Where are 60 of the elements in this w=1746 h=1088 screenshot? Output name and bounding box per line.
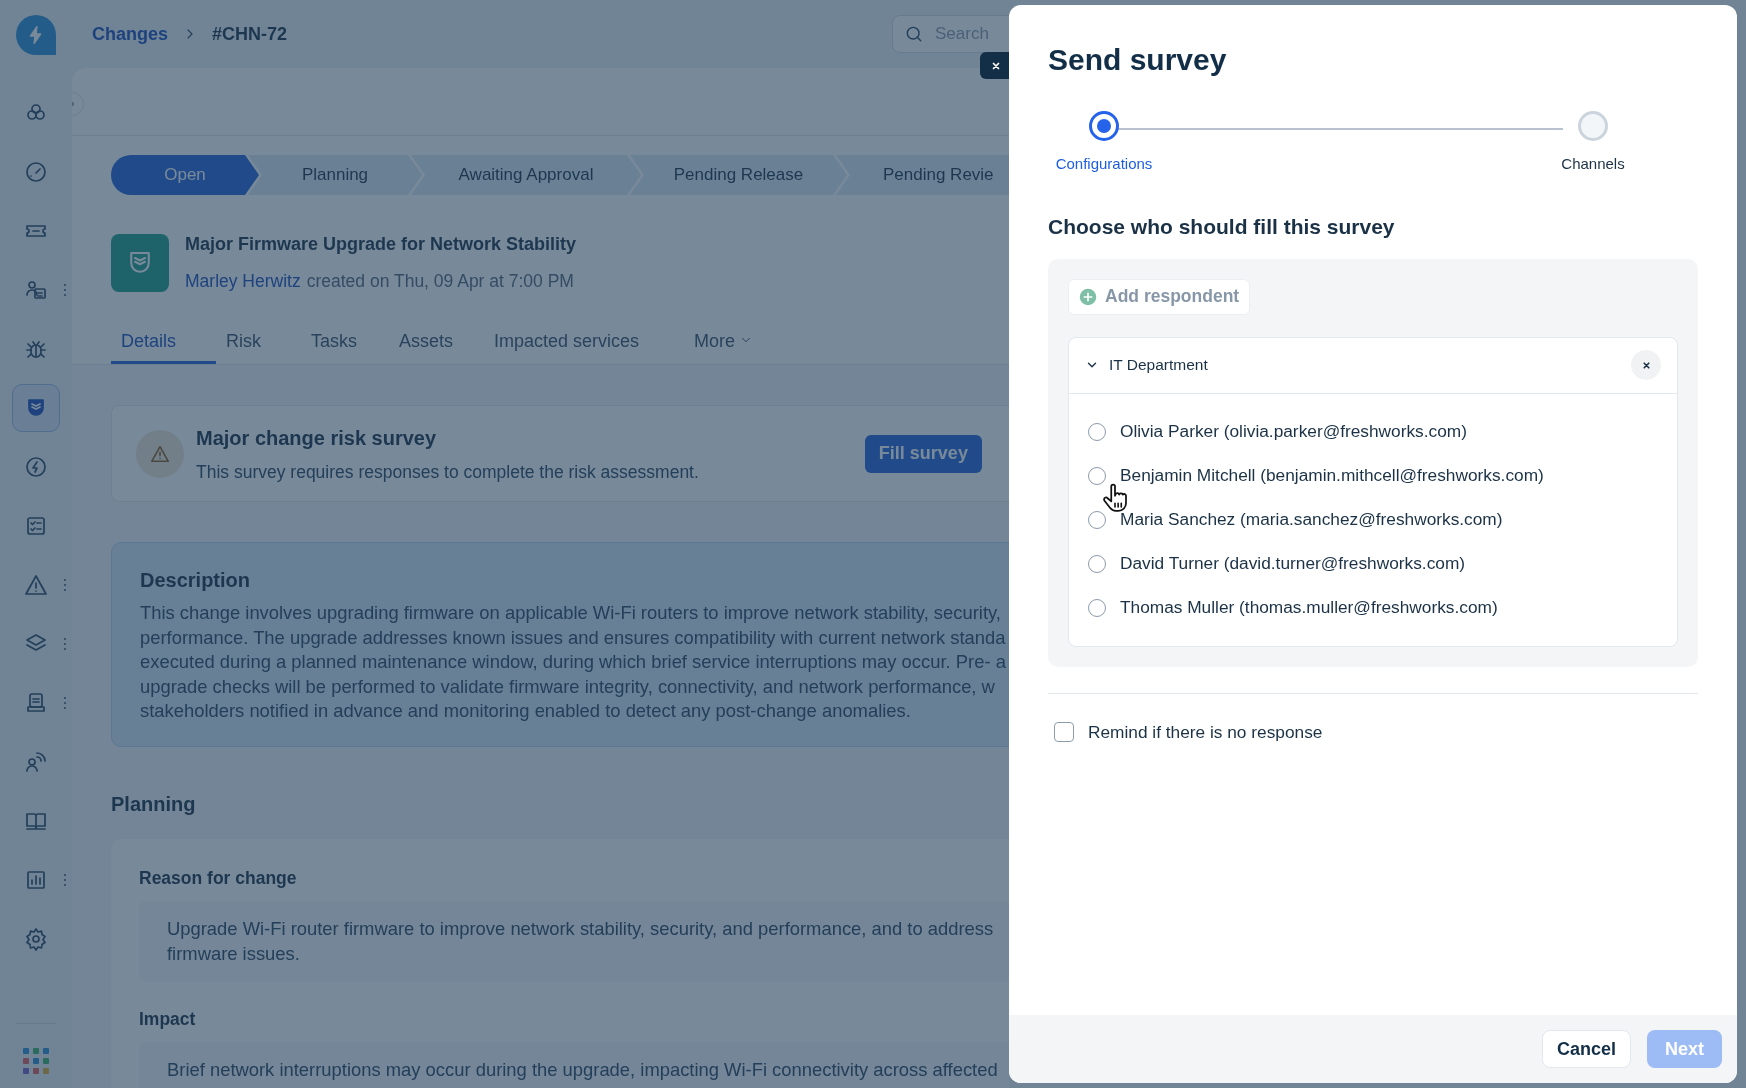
field-label: Reason for change — [139, 866, 298, 890]
field-value: Brief network interruptions may occur during the upgrade, impacting Wi-Fi connectivity across affected — [139, 1042, 1009, 1088]
radio-button[interactable] — [1088, 510, 1106, 529]
record-title: Major Firmware Upgrade for Network Stability — [185, 233, 577, 256]
radio-button[interactable] — [1088, 422, 1106, 441]
respondent-name: David Turner (david.turner@freshworks.com) — [1120, 551, 1466, 575]
apps-grid-icon[interactable] — [23, 1048, 49, 1074]
stage-step[interactable]: Pending Revie — [836, 155, 1009, 195]
bolt-icon — [24, 455, 48, 479]
warning-icon — [24, 573, 48, 597]
settings-icon — [24, 927, 48, 951]
sidebar-item[interactable] — [12, 384, 60, 432]
respondent-name: Benjamin Mitchell (benjamin.mithcell@freshworks.com) — [1120, 463, 1544, 487]
chart-icon — [24, 868, 48, 892]
more-tab[interactable]: More — [684, 320, 774, 365]
radio-button[interactable] — [1088, 598, 1106, 617]
remove-group-button[interactable] — [1631, 350, 1661, 380]
radio-button[interactable] — [1088, 554, 1106, 573]
close-icon — [1640, 359, 1652, 371]
gauge-icon — [24, 160, 48, 184]
breadcrumb-link[interactable]: Changes — [92, 20, 169, 48]
drawer-title: Send survey — [1048, 45, 1228, 75]
fill-survey-button[interactable]: Fill survey — [864, 434, 982, 473]
search-icon — [904, 24, 924, 44]
created-date: created on Thu, 09 Apr at 7:00 PM — [306, 270, 574, 293]
field-label: Impact — [139, 1008, 197, 1031]
group-toggle[interactable]: IT Department — [1085, 353, 1208, 377]
survey-title: Major change risk survey — [196, 425, 438, 451]
respondent-name: Maria Sanchez (maria.sanchez@freshworks.com) — [1120, 507, 1503, 531]
close-button[interactable] — [980, 52, 1012, 79]
record-id: #CHN-72 — [212, 22, 288, 46]
document-icon — [24, 691, 48, 715]
description-text: This change involves upgrading firmware on applicable Wi-Fi routers to improve network stability, security, performance. The upgrade addresses known issues and ensures compatibility with current network standa executed during a planned maintenance window, during which brief service interruptions may occur. Pre- a upgrade checks will be performed to validate firmware integrity, connectivity, and network performance, w stakeholders notified in advance and monitoring enabled to detect any post-change anomalies. — [140, 601, 1007, 724]
checklist-icon — [24, 514, 48, 538]
stage-step[interactable]: Open — [111, 155, 259, 195]
add-respondent-button[interactable]: Add respondent — [1068, 278, 1251, 315]
stage-step[interactable]: Pending Release — [630, 155, 847, 195]
tab[interactable]: Risk — [216, 320, 301, 365]
step-label: Configurations — [1055, 154, 1153, 174]
tab[interactable]: Impacted services — [484, 320, 684, 365]
remind-label: Remind if there is no response — [1088, 720, 1323, 744]
app-logo[interactable] — [16, 15, 56, 55]
stage-step[interactable]: Planning — [248, 155, 422, 195]
respondent-name: Olivia Parker (olivia.parker@freshworks.com) — [1120, 419, 1467, 443]
tab[interactable]: Assets — [389, 320, 484, 365]
plus-icon — [1079, 287, 1097, 306]
section-heading: Choose who should fill this survey — [1048, 214, 1396, 240]
section-title: Planning — [111, 791, 197, 817]
radio-button[interactable] — [1088, 466, 1106, 485]
tab[interactable]: Tasks — [301, 320, 389, 365]
field-value: Upgrade Wi-Fi router firmware to improve network stability, security, and performance, and to address firmware issues. — [139, 901, 1009, 982]
step-label: Channels — [1561, 154, 1625, 174]
stage-step[interactable]: Awaiting Approval — [411, 155, 641, 195]
user-card-icon — [24, 278, 48, 302]
respondent-name: Thomas Muller (thomas.muller@freshworks.com) — [1120, 595, 1498, 619]
survey-text: This survey requires responses to complete the risk assessment. — [196, 460, 699, 484]
author-link[interactable]: Marley Herwitz — [185, 268, 301, 295]
remind-checkbox[interactable] — [1054, 722, 1074, 743]
cancel-button[interactable]: Cancel — [1541, 1030, 1631, 1068]
section-title: Description — [140, 568, 252, 594]
